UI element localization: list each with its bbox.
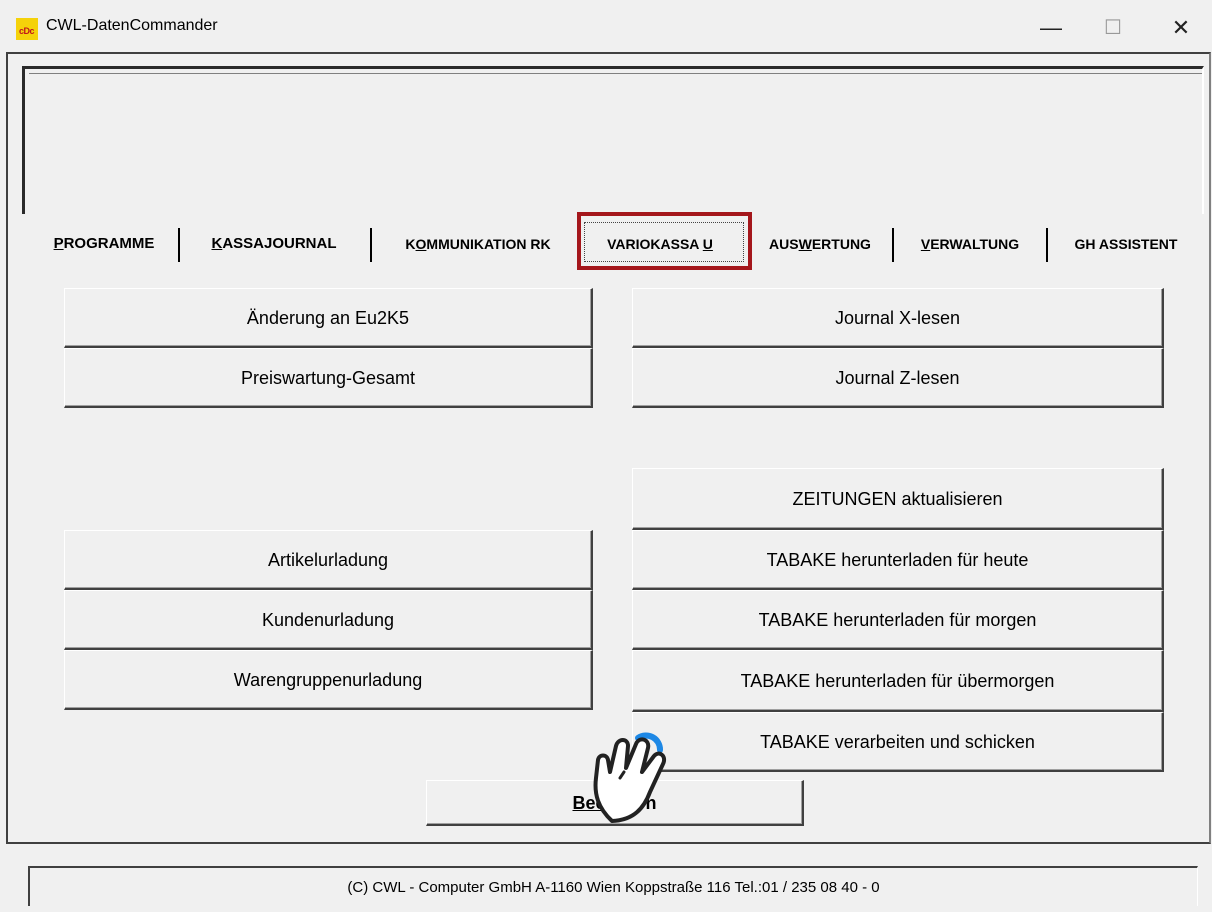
aenderung-eu2k5-button[interactable]: Änderung an Eu2K5 bbox=[64, 288, 593, 348]
journal-x-lesen-button[interactable]: Journal X-lesen bbox=[632, 288, 1164, 348]
tab-kassajournal[interactable]: KASSAJOURNAL bbox=[186, 222, 362, 266]
close-button[interactable]: ✕ bbox=[1158, 8, 1204, 48]
tab-strip: PROGRAMME KASSAJOURNAL KOMMUNIKATION RK … bbox=[28, 222, 1204, 266]
header-panel bbox=[22, 66, 1204, 214]
hand-pointer-icon bbox=[593, 732, 666, 823]
kundenurladung-button[interactable]: Kundenurladung bbox=[64, 590, 593, 650]
journal-z-lesen-button[interactable]: Journal Z-lesen bbox=[632, 348, 1164, 408]
app-icon: cDc bbox=[16, 18, 38, 40]
tabake-verarbeiten-button[interactable]: TABAKE verarbeiten und schicken bbox=[632, 712, 1164, 772]
tab-auswertung[interactable]: AUSWERTUNG bbox=[754, 222, 886, 266]
preiswartung-gesamt-button[interactable]: Preiswartung-Gesamt bbox=[64, 348, 593, 408]
tabake-morgen-button[interactable]: TABAKE herunterladen für morgen bbox=[632, 590, 1164, 650]
app-icon-text: cDc bbox=[19, 26, 35, 36]
status-bar: (C) CWL - Computer GmbH A-1160 Wien Kopp… bbox=[28, 866, 1198, 906]
zeitungen-aktualisieren-button[interactable]: ZEITUNGEN aktualisieren bbox=[632, 468, 1164, 530]
tabake-uebermorgen-button[interactable]: TABAKE herunterladen für übermorgen bbox=[632, 650, 1164, 712]
minimize-button[interactable]: — bbox=[1028, 8, 1074, 48]
tab-gh-assistent[interactable]: GH ASSISTENT bbox=[1052, 222, 1200, 266]
tab-separator bbox=[1046, 228, 1048, 262]
artikelurladung-button[interactable]: Artikelurladung bbox=[64, 530, 593, 590]
tab-kommunikation-rk[interactable]: KOMMUNIKATION RK bbox=[378, 222, 578, 266]
tab-separator bbox=[370, 228, 372, 262]
tab-separator bbox=[178, 228, 180, 262]
tab-variokassa-u[interactable]: VARIOKASSA U bbox=[586, 222, 734, 266]
maximize-button[interactable]: ☐ bbox=[1090, 8, 1136, 48]
window-title: CWL-DatenCommander bbox=[46, 17, 218, 34]
tab-programme[interactable]: PROGRAMME bbox=[34, 222, 174, 266]
warengruppenurladung-button[interactable]: Warengruppenurladung bbox=[64, 650, 593, 710]
tabake-heute-button[interactable]: TABAKE herunterladen für heute bbox=[632, 530, 1164, 590]
tab-verwaltung[interactable]: VERWALTUNG bbox=[898, 222, 1042, 266]
title-bar: cDc CWL-DatenCommander — ☐ ✕ bbox=[0, 0, 1212, 50]
tab-separator bbox=[892, 228, 894, 262]
